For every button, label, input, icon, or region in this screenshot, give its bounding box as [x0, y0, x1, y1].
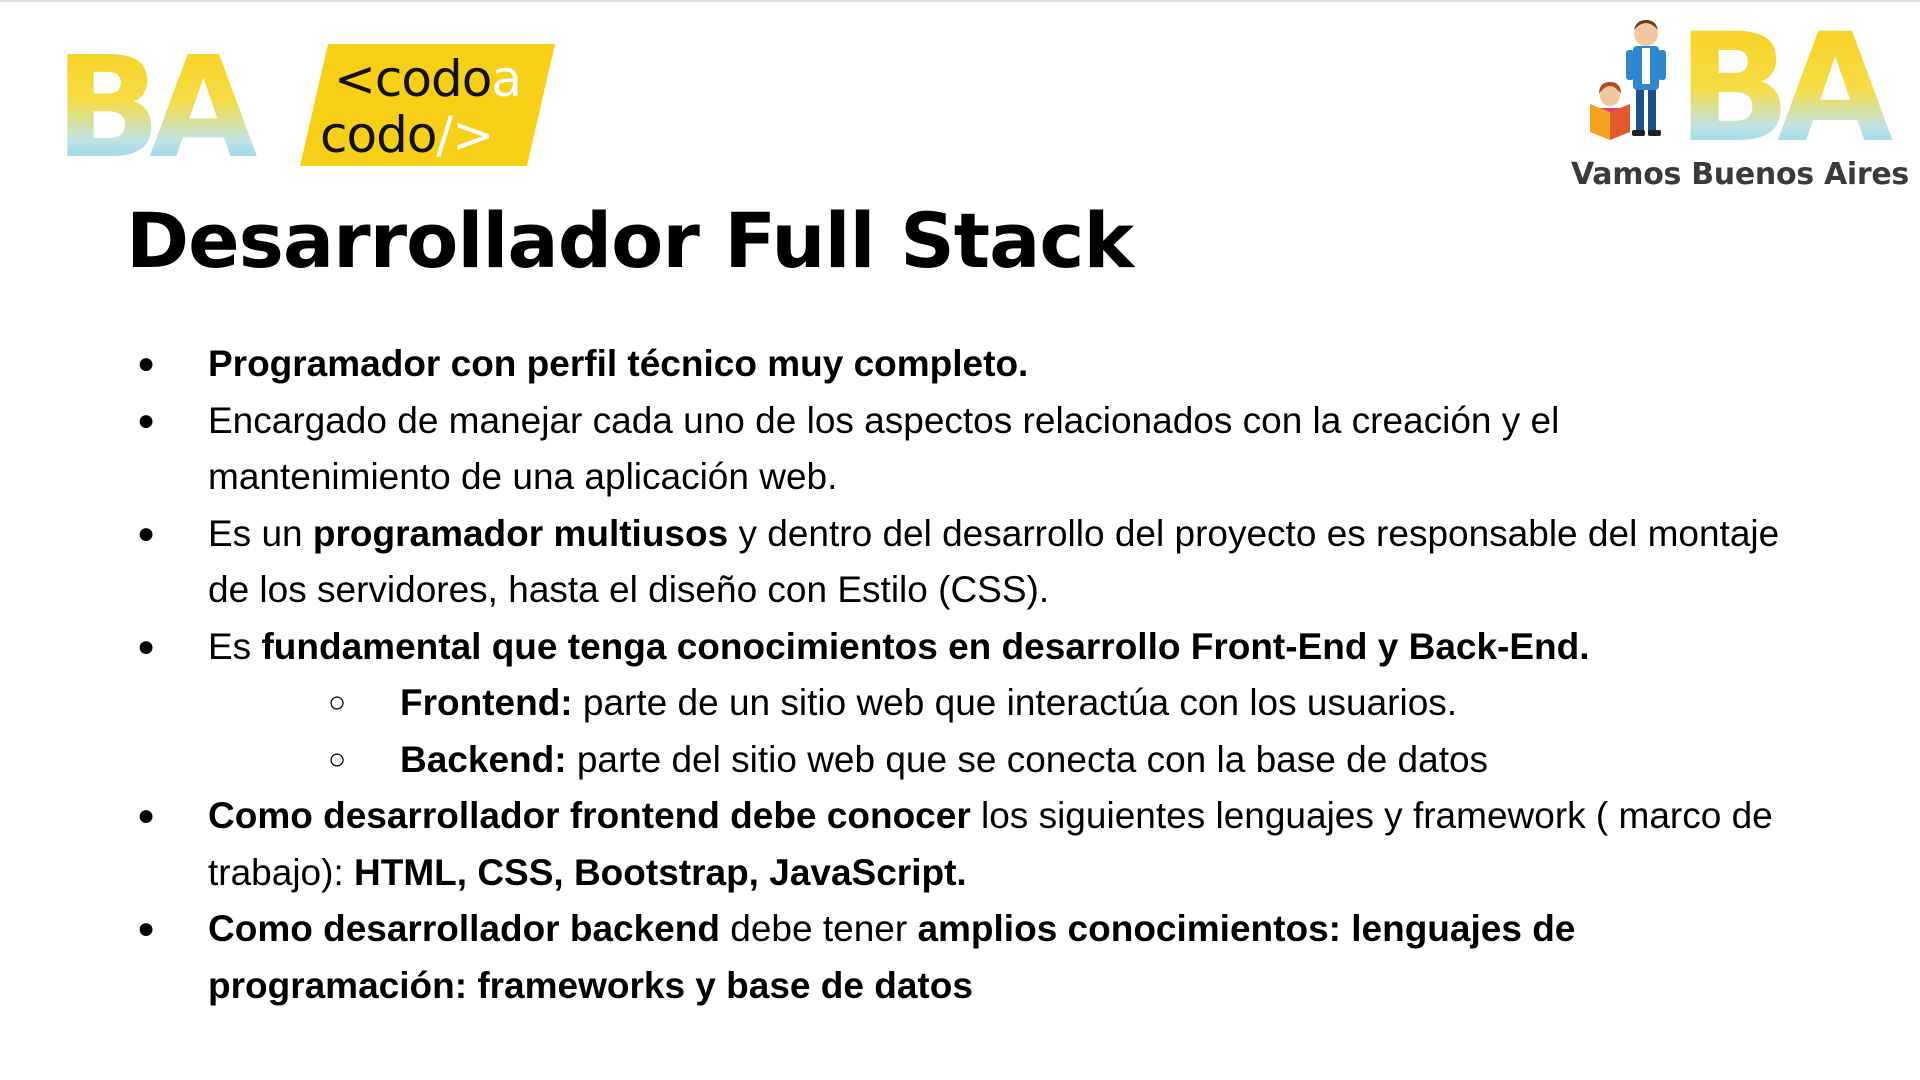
- list-item-text: Como desarrollador frontend debe conocer…: [208, 795, 1773, 893]
- text: debe tener: [719, 908, 918, 949]
- sub-list-item: ○ Frontend: parte de un sitio web que int…: [0, 675, 1920, 732]
- top-divider: [0, 0, 1920, 2]
- list-item-text: Es un programador multiusos y dentro del…: [208, 513, 1779, 611]
- bold-text: Programador con perfil técnico muy compl…: [208, 343, 1029, 384]
- list-item: ● Es un programador multiusos y dentro de…: [0, 506, 1920, 619]
- hollow-bullet-icon: ○: [328, 742, 347, 776]
- svg-text:codo/>: codo/>: [320, 106, 493, 164]
- text: Encargado de manejar cada uno de los asp…: [208, 399, 1560, 498]
- hollow-bullet-icon: ○: [328, 686, 347, 719]
- vamos-buenos-aires-logo: BA: [1590, 8, 1907, 168]
- man-figure-icon: [1626, 20, 1666, 136]
- list-item-text: Frontend: parte de un sitio web que inte…: [400, 682, 1457, 723]
- list-item: ● Es fundamental que tenga conocimientos …: [0, 619, 1920, 676]
- bold-text: Backend:: [400, 738, 567, 780]
- list-item-text: Es fundamental que tenga conocimientos e…: [208, 626, 1590, 667]
- bold-text: fundamental que tenga conocimientos en d…: [261, 625, 1590, 667]
- vamos-buenos-aires-caption: Vamos Buenos Aires: [1571, 157, 1909, 192]
- bullet-list: ● Programador con perfil técnico muy comp…: [0, 336, 1920, 1014]
- bullet-icon: ●: [137, 516, 156, 550]
- ba-logo: BA: [54, 48, 260, 168]
- list-item: ● Programador con perfil técnico muy comp…: [0, 336, 1920, 393]
- girl-reading-icon: [1590, 82, 1630, 140]
- svg-text:BA: BA: [54, 48, 257, 168]
- bold-text: Frontend:: [400, 682, 573, 723]
- bullet-icon: ●: [137, 347, 156, 380]
- text: parte del sitio web que se conecta con l…: [566, 738, 1489, 780]
- bullet-icon: ●: [137, 629, 156, 663]
- bold-text: Como desarrollador backend: [208, 908, 720, 949]
- list-item: ● Como desarrollador frontend debe conoce…: [0, 788, 1920, 901]
- text: Es un: [208, 512, 313, 554]
- bullet-icon: ●: [137, 799, 156, 832]
- bold-text: HTML, CSS, Bootstrap, JavaScript.: [354, 851, 967, 893]
- list-item-text: Programador con perfil técnico muy compl…: [208, 343, 1028, 384]
- page-title: Desarrollador Full Stack: [126, 196, 1134, 285]
- svg-text:<codoa: <codoa: [334, 50, 521, 108]
- bold-text: programador multiusos: [312, 512, 729, 554]
- bold-text: Como desarrollador frontend debe conocer: [208, 795, 971, 836]
- bullet-icon: ●: [137, 912, 156, 945]
- list-item: ● Como desarrollador backend debe tener a…: [0, 901, 1920, 1014]
- text: parte de un sitio web que interactúa con…: [572, 682, 1458, 723]
- list-item: ● Encargado de manejar cada uno de los as…: [0, 393, 1920, 506]
- bullet-icon: ●: [137, 403, 156, 437]
- list-item-text: Encargado de manejar cada uno de los asp…: [208, 400, 1559, 498]
- sub-list-item: ○ Backend: parte del sitio web que se con…: [0, 732, 1920, 789]
- codo-a-codo-logo: <codoa codo/>: [300, 44, 555, 166]
- text: Es: [208, 625, 262, 667]
- list-item-text: Backend: parte del sitio web que se cone…: [400, 739, 1488, 780]
- list-item-text: Como desarrollador backend debe tener am…: [208, 908, 1575, 1006]
- svg-text:BA: BA: [1677, 8, 1893, 168]
